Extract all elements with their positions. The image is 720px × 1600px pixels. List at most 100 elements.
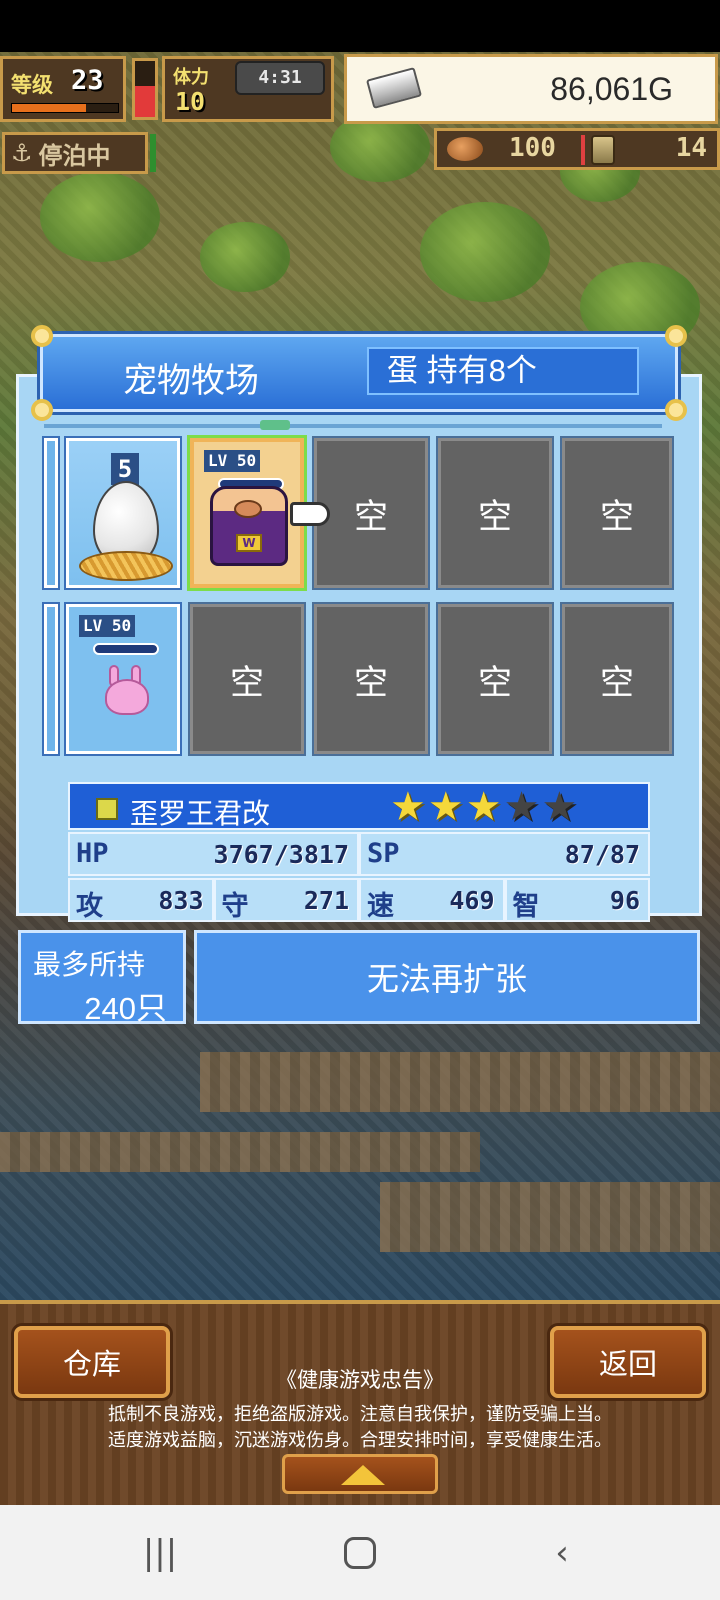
pet-slot[interactable]: LV 50 — [64, 602, 182, 756]
stat-row: HP 3767/3817 SP 87/87 — [68, 832, 650, 876]
partial-slot[interactable] — [42, 436, 60, 590]
anchor-icon: ⚓ — [11, 139, 33, 167]
egg-count[interactable]: 蛋 持有8个 — [367, 347, 639, 395]
stat-key: SP — [367, 838, 400, 869]
health-advisory-title: 《健康游戏忠告》 — [276, 1369, 444, 1392]
corner-ornament-icon — [31, 325, 53, 347]
stamina-label: 体力 — [173, 67, 209, 88]
stat-row: 攻 833 守 271 速 469 智 96 — [68, 878, 650, 922]
silver-ingot-icon — [365, 67, 423, 109]
empty-slot[interactable]: 空 — [436, 602, 554, 756]
recents-icon[interactable]: ||| — [130, 1525, 190, 1581]
pet-emblem: W — [236, 534, 262, 552]
empty-slot[interactable]: 空 — [312, 436, 430, 590]
status-bar-area — [0, 0, 720, 52]
back-icon[interactable]: ‹ — [532, 1525, 592, 1581]
resource-divider — [581, 135, 585, 165]
pet-bunny-sprite — [105, 679, 149, 715]
pet-rank-stars: ★ ★ ★ ★ ★ — [390, 786, 577, 828]
pet-name: 歪罗王君改 — [130, 798, 271, 829]
triangle-up-icon — [341, 1465, 385, 1485]
pet-nose — [234, 500, 262, 518]
xp-fill — [12, 104, 87, 112]
stat-key: 守 — [221, 891, 249, 922]
stat-value: 87/87 — [564, 840, 640, 869]
stat-value: 833 — [158, 886, 204, 915]
system-nav-bar: ||| ‹ — [0, 1505, 720, 1600]
anchor-status[interactable]: ⚓ 停泊中 — [2, 132, 148, 174]
nest-icon — [79, 551, 173, 581]
ranch-title: 宠物牧场 — [123, 362, 259, 400]
anchor-label: 停泊中 — [38, 141, 111, 170]
level-panel: 等级 23 — [0, 56, 126, 122]
empty-slot[interactable]: 空 — [312, 602, 430, 756]
capacity-label: 最多所持 — [33, 949, 146, 980]
dock — [0, 1132, 480, 1172]
stamina-gauge — [132, 58, 158, 120]
stat-hp: HP 3767/3817 — [68, 832, 359, 876]
slot-scroll-track[interactable] — [44, 424, 662, 428]
stat-value: 3767/3817 — [213, 840, 349, 869]
clock: 4:31 — [235, 61, 325, 95]
ranch-header: 宠物牧场 蛋 持有8个 — [31, 325, 687, 421]
stat-key: 智 — [512, 891, 540, 922]
home-shape — [344, 1537, 376, 1569]
pet-name-row: 歪罗王君改 ★ ★ ★ ★ ★ — [68, 782, 650, 830]
dock — [200, 1052, 720, 1112]
stamina-value: 10 — [175, 87, 206, 116]
stat-intelligence: 智 96 — [504, 878, 650, 922]
tree — [200, 222, 290, 292]
expand-button[interactable]: 无法再扩张 — [194, 930, 700, 1024]
home-icon[interactable] — [330, 1525, 390, 1581]
egg-slot[interactable]: 5 — [64, 436, 182, 590]
dock — [380, 1182, 720, 1252]
capacity-value: 240只 — [84, 991, 167, 1026]
gold-value: 86,061G — [550, 71, 673, 107]
medal-value: 14 — [675, 133, 707, 163]
stat-sp: SP 87/87 — [359, 832, 650, 876]
star-empty-icon: ★ — [503, 784, 540, 830]
corner-ornament-icon — [665, 325, 687, 347]
empty-slot[interactable]: 空 — [436, 436, 554, 590]
stat-speed: 速 469 — [359, 878, 505, 922]
pet-hp-bar — [93, 643, 159, 655]
corner-ornament-icon — [665, 399, 687, 421]
level-label: 等级 — [11, 73, 53, 97]
stat-defense: 守 271 — [213, 878, 359, 922]
health-advisory-line: 适度游戏益脑，沉迷游戏伤身。合理安排时间，享受健康生活。 — [108, 1430, 612, 1450]
pet-slot-selected[interactable]: LV 50 W — [187, 435, 307, 591]
resource-panel: 100 14 — [434, 128, 720, 170]
partial-slot[interactable] — [42, 602, 60, 756]
empty-slot[interactable]: 空 — [560, 602, 674, 756]
stamina-panel: 体力 10 4:31 — [162, 56, 334, 122]
stat-value: 271 — [303, 886, 349, 915]
menu-expand-button[interactable] — [282, 1454, 438, 1494]
pointer-hand-icon — [290, 502, 330, 526]
stat-key: 攻 — [76, 891, 103, 922]
anchor-indicator — [150, 134, 156, 172]
pet-level-badge: LV 50 — [204, 450, 261, 472]
empty-slot[interactable]: 空 — [560, 436, 674, 590]
medal-icon — [591, 135, 615, 165]
star-empty-icon: ★ — [541, 784, 578, 830]
pet-king-sprite — [210, 486, 288, 566]
stat-key: 速 — [367, 891, 394, 922]
stat-value: 469 — [449, 886, 495, 915]
star-filled-icon: ★ — [390, 784, 426, 830]
corner-ornament-icon — [31, 399, 53, 421]
stat-attack: 攻 833 — [68, 878, 214, 922]
food-icon — [447, 137, 483, 161]
tree — [40, 172, 160, 262]
pet-type-icon — [96, 798, 118, 820]
slot-scroll-thumb[interactable] — [260, 420, 290, 430]
capacity-panel: 最多所持 240只 — [18, 930, 186, 1026]
level-value: 23 — [71, 65, 104, 96]
food-value: 100 — [509, 133, 556, 163]
gold-panel: 86,061G — [344, 54, 718, 124]
star-filled-icon: ★ — [427, 784, 464, 830]
tree — [420, 202, 550, 302]
empty-slot[interactable]: 空 — [188, 602, 306, 756]
health-advisory-line: 抵制不良游戏，拒绝盗版游戏。注意自我保护，谨防受骗上当。 — [108, 1404, 612, 1424]
xp-bar — [11, 103, 119, 113]
stat-value: 96 — [609, 886, 640, 915]
